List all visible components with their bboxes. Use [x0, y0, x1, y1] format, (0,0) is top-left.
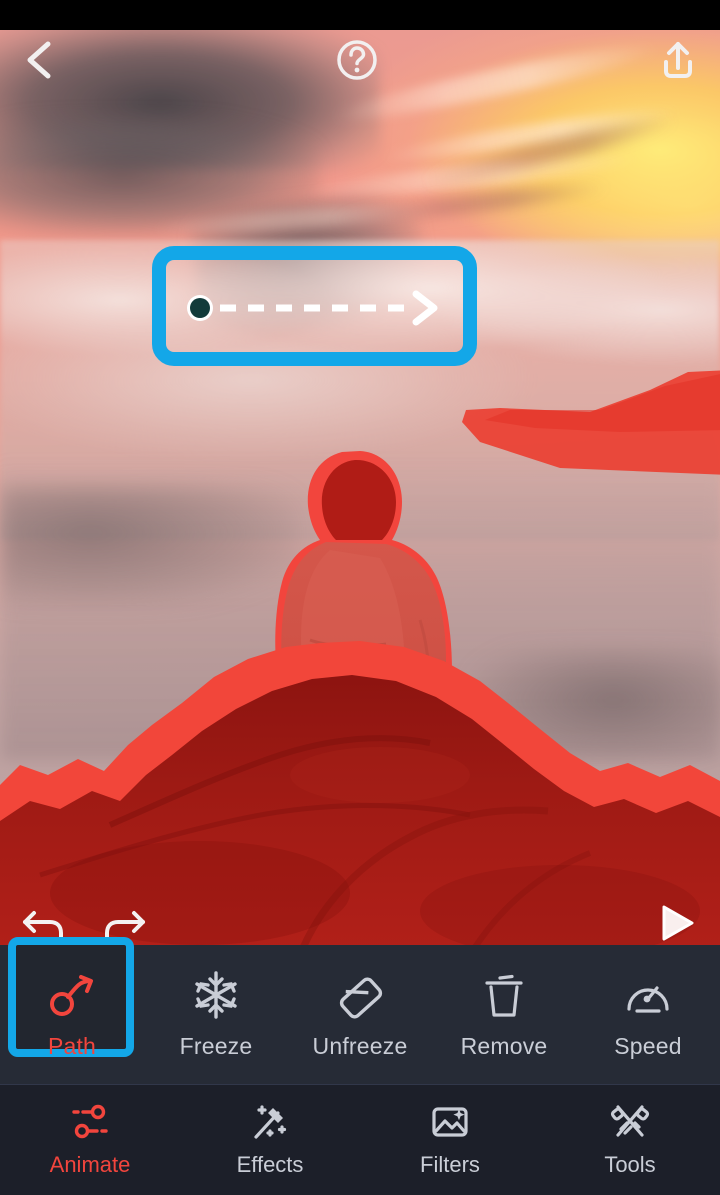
path-arrow-icon: [46, 971, 98, 1019]
tool-speed-label: Speed: [614, 1032, 682, 1059]
trash-can-icon: [481, 971, 527, 1019]
help-button[interactable]: [335, 38, 379, 82]
undo-redo-group: [18, 900, 150, 946]
motion-path-arrow[interactable]: [176, 288, 456, 328]
animate-sliders-icon: [68, 1102, 112, 1142]
status-bar: [0, 0, 720, 30]
pencil-ruler-icon: [608, 1102, 652, 1142]
bottom-nav-bar: Animate Effects Filters Tools: [0, 1085, 720, 1195]
play-triangle-icon: [662, 905, 694, 941]
nav-item-animate[interactable]: Animate: [0, 1085, 180, 1195]
image-sparkle-icon: [428, 1102, 472, 1142]
undo-arrow-icon: [23, 911, 63, 941]
magic-wand-icon: [248, 1102, 292, 1142]
tool-remove-label: Remove: [460, 1032, 548, 1059]
photo-canvas[interactable]: [0, 30, 720, 955]
speedometer-icon: [623, 971, 673, 1019]
tool-unfreeze-label: Unfreeze: [312, 1032, 408, 1059]
tool-speed[interactable]: Speed: [576, 945, 720, 1085]
tool-unfreeze[interactable]: Unfreeze: [288, 945, 432, 1085]
nav-item-tools[interactable]: Tools: [540, 1085, 720, 1195]
top-bar: [0, 30, 720, 90]
chevron-left-icon: [27, 41, 51, 79]
tool-remove[interactable]: Remove: [432, 945, 576, 1085]
share-button[interactable]: [658, 38, 698, 82]
tool-freeze[interactable]: Freeze: [144, 945, 288, 1085]
animate-tool-row: Path Freeze Unfreeze Remove Speed: [0, 937, 720, 1085]
tool-path[interactable]: Path: [0, 937, 144, 1085]
nav-filters-label: Filters: [420, 1152, 480, 1177]
back-button[interactable]: [22, 38, 56, 82]
nav-tools-label: Tools: [604, 1152, 656, 1177]
tool-freeze-label: Freeze: [179, 1032, 253, 1059]
chevron-right-arrow-icon: [412, 290, 438, 326]
path-start-point: [190, 298, 210, 318]
bottom-toolbars: Path Freeze Unfreeze Remove Speed Animat…: [0, 937, 720, 1195]
nav-animate-label: Animate: [49, 1152, 131, 1177]
eraser-icon: [334, 971, 386, 1019]
redo-arrow-icon: [105, 911, 145, 941]
app-root: Path Freeze Unfreeze Remove Speed Animat…: [0, 0, 720, 1195]
question-mark-circle-icon: [337, 40, 377, 80]
share-upload-icon: [664, 42, 692, 78]
nav-item-effects[interactable]: Effects: [180, 1085, 360, 1195]
nav-effects-label: Effects: [236, 1152, 304, 1177]
redo-button[interactable]: [98, 900, 150, 946]
freeze-mask-stroke: [462, 370, 720, 475]
undo-button[interactable]: [18, 900, 70, 946]
snowflake-icon: [191, 970, 241, 1019]
nav-item-filters[interactable]: Filters: [360, 1085, 540, 1195]
tool-path-label: Path: [47, 1032, 97, 1059]
play-button[interactable]: [650, 900, 702, 946]
